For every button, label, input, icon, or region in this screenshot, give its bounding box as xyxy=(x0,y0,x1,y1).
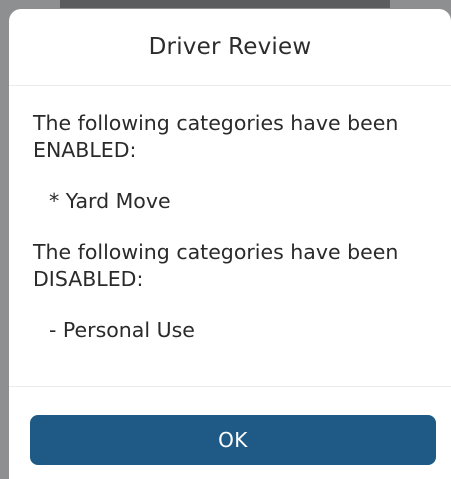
dialog-title: Driver Review xyxy=(148,34,312,60)
ok-button[interactable]: OK xyxy=(30,415,436,465)
dialog-header: Driver Review xyxy=(9,9,451,86)
disabled-heading: The following categories have been DISAB… xyxy=(33,240,399,291)
background-app-strip xyxy=(60,0,390,8)
driver-review-dialog: Driver Review The following categories h… xyxy=(9,9,451,479)
enabled-category-item: * Yard Move xyxy=(49,189,171,213)
disabled-category-item: - Personal Use xyxy=(49,318,195,342)
enabled-heading: The following categories have been ENABL… xyxy=(33,111,399,162)
dialog-body: The following categories have been ENABL… xyxy=(9,86,451,387)
dialog-footer: OK xyxy=(9,387,451,479)
